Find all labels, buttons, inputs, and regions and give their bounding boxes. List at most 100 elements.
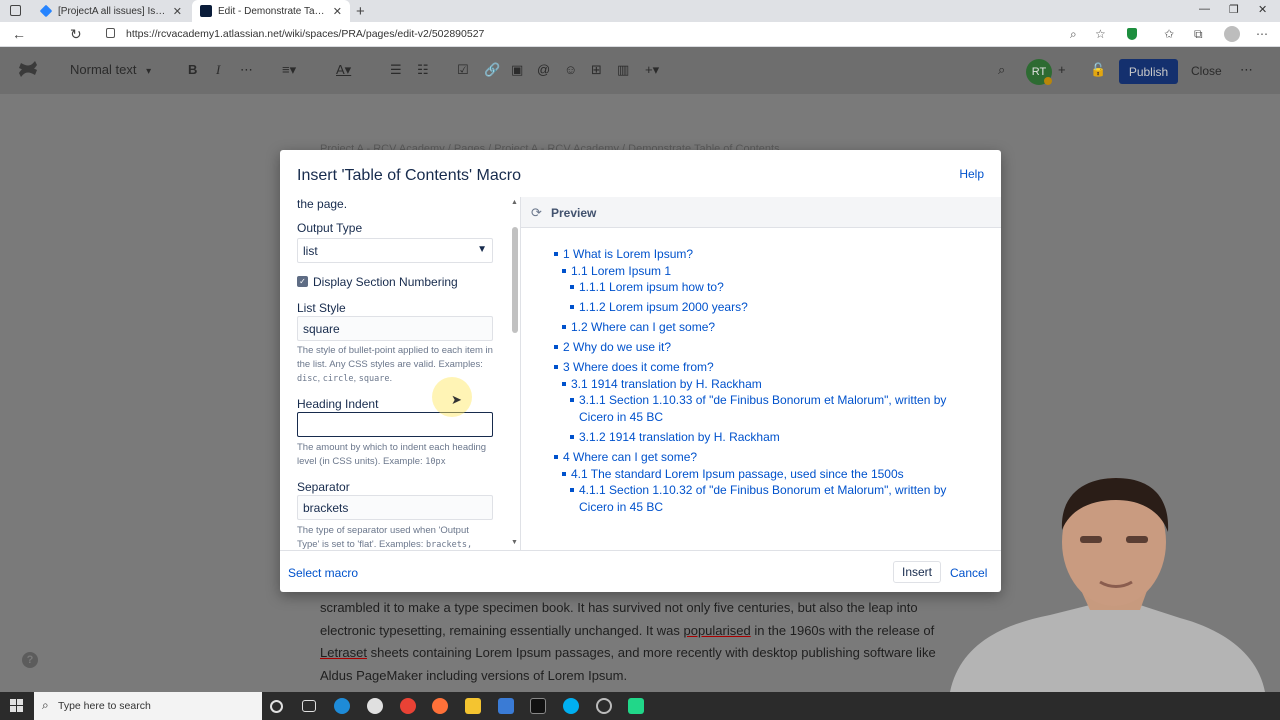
edge-icon[interactable] [334, 698, 350, 714]
invite-icon[interactable]: + [1058, 62, 1066, 77]
body-fragment: sheets containing Lorem Ipsum passages, … [366, 645, 936, 660]
cortana-icon[interactable] [270, 700, 283, 713]
heading-indent-input[interactable] [297, 412, 493, 437]
hp-icon[interactable] [367, 698, 383, 714]
preview-title: Preview [551, 206, 597, 220]
dialog-help-link[interactable]: Help [959, 167, 984, 181]
toc-item[interactable]: 1.1.1 Lorem ipsum how to? [570, 279, 724, 296]
skype-icon[interactable] [563, 698, 579, 714]
bold-icon[interactable]: B [188, 62, 197, 77]
windows-start-icon[interactable] [10, 699, 24, 713]
mention-icon[interactable]: @ [537, 62, 550, 77]
toc-item[interactable]: 1.2 Where can I get some? [561, 319, 715, 336]
numbered-list-icon[interactable]: ☷ [417, 62, 429, 78]
window-close-icon[interactable]: ✕ [1258, 3, 1267, 16]
table-icon[interactable]: ⊞ [591, 62, 602, 78]
restrictions-icon[interactable]: 🔓 [1090, 62, 1106, 78]
close-icon[interactable]: ✕ [173, 5, 182, 18]
text-style-dropdown[interactable]: Normal text ▾ [70, 62, 151, 77]
profile-icon[interactable] [1224, 26, 1240, 42]
display-numbering-checkbox[interactable]: ✓ [297, 276, 308, 287]
confluence-logo-icon[interactable] [18, 60, 38, 78]
text-style-label: Normal text [70, 62, 137, 77]
maximize-icon[interactable]: ❐ [1229, 3, 1239, 16]
italic-icon[interactable]: I [216, 62, 220, 78]
select-macro-link[interactable]: Select macro [288, 566, 358, 580]
scroll-up-icon[interactable]: ▲ [511, 199, 518, 206]
display-numbering-label[interactable]: Display Section Numbering [313, 275, 458, 289]
zoom-icon[interactable]: ⌕ [1070, 27, 1077, 42]
find-replace-icon[interactable]: ⌕ [998, 62, 1005, 78]
publish-button[interactable]: Publish [1119, 59, 1178, 84]
toc-item[interactable]: 3.1 1914 translation by H. Rackham [562, 376, 762, 393]
more-formatting-icon[interactable]: ⋯ [240, 62, 253, 78]
taskbar-search[interactable]: ⌕ Type here to search [34, 692, 262, 720]
body-line: Aldus PageMaker including versions of Lo… [320, 667, 628, 683]
new-tab-button[interactable]: + [356, 3, 365, 20]
favorite-star-icon[interactable]: ☆ [1095, 27, 1106, 41]
toc-item[interactable]: 2 Why do we use it? [553, 339, 671, 356]
body-line: scrambled it to make a type specimen boo… [320, 600, 918, 615]
insert-button[interactable]: Insert [893, 561, 941, 583]
output-type-select[interactable]: list ▼ [297, 238, 493, 263]
alignment-icon[interactable]: ≡▾ [282, 62, 296, 78]
layouts-icon[interactable]: ▥ [617, 62, 629, 78]
minimize-icon[interactable]: — [1199, 3, 1210, 15]
image-icon[interactable]: ▣ [511, 62, 523, 78]
favorites-icon[interactable]: ✩ [1164, 27, 1174, 41]
text-color-icon[interactable]: A▾ [336, 62, 351, 78]
toc-item[interactable]: 3 Where does it come from? [554, 359, 714, 376]
refresh-icon[interactable]: ⟳ [531, 205, 542, 221]
chevron-down-icon: ▾ [146, 66, 152, 77]
separator-input[interactable]: brackets [297, 495, 493, 520]
toc-item[interactable]: 1.1 Lorem Ipsum 1 [561, 263, 671, 280]
scroll-down-icon[interactable]: ▼ [511, 539, 518, 546]
description-tail: the page. [297, 197, 348, 211]
scroll-thumb[interactable] [512, 227, 518, 333]
close-editor-button[interactable]: Close [1191, 64, 1222, 78]
body-line: Letraset sheets containing Lorem Ipsum p… [320, 642, 960, 665]
pycharm-icon[interactable] [628, 698, 644, 714]
tab-title: Edit - Demonstrate Table of Cont [218, 5, 327, 17]
close-icon[interactable]: ✕ [333, 5, 342, 18]
tab-actions-icon[interactable] [10, 5, 21, 16]
firefox-icon[interactable] [432, 698, 448, 714]
url-field[interactable]: https://rcvacademy1.atlassian.net/wiki/s… [126, 28, 484, 40]
emoji-icon[interactable]: ☺ [564, 62, 577, 77]
browser-tab-confluence[interactable]: Edit - Demonstrate Table of Cont ✕ [192, 0, 350, 22]
back-icon[interactable]: ← [12, 26, 26, 42]
obs-icon[interactable] [596, 698, 612, 714]
toc-item[interactable]: 3.1.2 1914 translation by H. Rackham [570, 429, 780, 446]
more-options-icon[interactable]: ⋯ [1240, 62, 1253, 78]
address-bar: ← ↻ https://rcvacademy1.atlassian.net/wi… [0, 22, 1280, 47]
toc-item[interactable]: 1 What is Lorem Ipsum? [553, 246, 693, 263]
browser-tab-jira[interactable]: [ProjectA all issues] Issue navigat ✕ [32, 0, 190, 22]
insert-more-icon[interactable]: +▾ [645, 62, 659, 78]
dialog-footer: Select macro Insert Cancel [280, 550, 1001, 592]
toc-item[interactable]: 4.1.1 Section 1.10.32 of "de Finibus Bon… [569, 482, 946, 515]
terminal-icon[interactable] [530, 698, 546, 714]
toc-item[interactable]: 4 Where can I get some? [553, 449, 697, 466]
macro-parameters-panel[interactable]: the page. Output Type list ▼ ✓ Display S… [280, 197, 520, 550]
task-view-icon[interactable] [302, 700, 316, 712]
heading-indent-label: Heading Indent [297, 397, 379, 411]
collections-icon[interactable]: ⧉ [1194, 27, 1203, 42]
action-item-icon[interactable]: ☑ [457, 62, 469, 78]
file-explorer-icon[interactable] [465, 698, 481, 714]
toc-item[interactable]: 4.1 The standard Lorem Ipsum passage, us… [562, 466, 904, 483]
extension-shield-icon[interactable] [1127, 28, 1137, 40]
list-style-input[interactable]: square [297, 316, 493, 341]
more-icon[interactable]: ⋯ [1256, 27, 1268, 41]
bullet-list-icon[interactable]: ☰ [390, 62, 402, 78]
toc-preview: 1 What is Lorem Ipsum? 1.1 Lorem Ipsum 1… [521, 228, 1001, 550]
help-icon[interactable]: ? [22, 652, 38, 668]
chrome-icon[interactable] [400, 698, 416, 714]
toc-item[interactable]: 1.1.2 Lorem ipsum 2000 years? [570, 299, 748, 316]
reload-icon[interactable]: ↻ [70, 26, 82, 43]
lock-icon[interactable] [106, 28, 115, 38]
parameters-scrollbar[interactable]: ▲ ▼ [510, 197, 520, 550]
pen-icon[interactable] [498, 698, 514, 714]
link-icon[interactable]: 🔗 [484, 62, 500, 78]
toc-item[interactable]: 3.1.1 Section 1.10.33 of "de Finibus Bon… [569, 392, 946, 425]
toc-item-line: Cicero in 45 BC [579, 409, 664, 424]
